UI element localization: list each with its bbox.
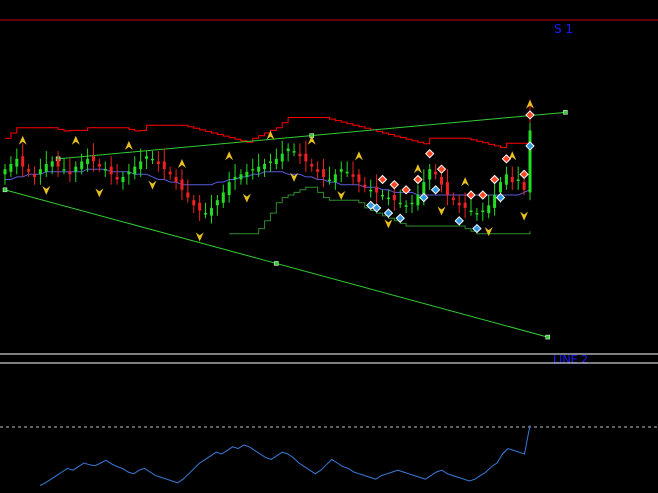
bear-candle[interactable] bbox=[310, 164, 314, 167]
bear-candle[interactable] bbox=[91, 156, 95, 162]
bear-candle[interactable] bbox=[445, 182, 449, 195]
bear-candle[interactable] bbox=[97, 164, 101, 167]
bull-candle[interactable] bbox=[416, 195, 420, 206]
bull-candle[interactable] bbox=[133, 166, 137, 175]
bear-candle[interactable] bbox=[162, 161, 166, 170]
bear-candle[interactable] bbox=[174, 176, 178, 183]
bear-candle[interactable] bbox=[192, 200, 196, 206]
bear-candle[interactable] bbox=[27, 169, 31, 172]
bull-candle[interactable] bbox=[221, 192, 225, 203]
bull-candle[interactable] bbox=[127, 171, 131, 175]
bull-candle[interactable] bbox=[86, 158, 90, 164]
channel-anchor-icon[interactable] bbox=[545, 334, 550, 340]
bear-candle[interactable] bbox=[32, 174, 36, 177]
bull-candle[interactable] bbox=[345, 171, 349, 174]
bear-candle[interactable] bbox=[363, 184, 367, 188]
bear-candle[interactable] bbox=[463, 202, 467, 208]
channel-anchor-icon[interactable] bbox=[563, 110, 568, 115]
bull-candle[interactable] bbox=[150, 158, 154, 161]
bear-candle[interactable] bbox=[322, 169, 326, 177]
bull-candle[interactable] bbox=[139, 161, 143, 170]
bull-candle[interactable] bbox=[257, 166, 261, 172]
bear-candle[interactable] bbox=[109, 166, 113, 175]
bull-candle[interactable] bbox=[44, 164, 48, 172]
bull-candle[interactable] bbox=[251, 169, 255, 171]
bull-candle[interactable] bbox=[15, 158, 19, 167]
chart-background bbox=[0, 0, 658, 493]
bull-candle[interactable] bbox=[239, 174, 243, 180]
bull-candle[interactable] bbox=[62, 169, 66, 171]
bull-candle[interactable] bbox=[80, 161, 84, 170]
bear-candle[interactable] bbox=[68, 171, 72, 175]
bull-candle[interactable] bbox=[398, 202, 402, 205]
bull-candle[interactable] bbox=[3, 169, 7, 175]
bull-candle[interactable] bbox=[469, 210, 473, 213]
bull-candle[interactable] bbox=[9, 164, 13, 172]
bear-candle[interactable] bbox=[451, 197, 455, 201]
bull-candle[interactable] bbox=[245, 171, 249, 177]
channel-anchor-icon[interactable] bbox=[2, 187, 8, 193]
bear-candle[interactable] bbox=[522, 182, 526, 190]
bear-candle[interactable] bbox=[440, 176, 444, 185]
bull-candle[interactable] bbox=[145, 156, 149, 159]
trading-chart[interactable]: S 1 LINE 2 bbox=[0, 0, 658, 493]
bull-candle[interactable] bbox=[292, 151, 296, 153]
bull-candle[interactable] bbox=[263, 164, 267, 170]
bull-candle[interactable] bbox=[410, 202, 414, 205]
bear-candle[interactable] bbox=[357, 174, 361, 183]
bull-candle[interactable] bbox=[327, 179, 331, 182]
bull-candle[interactable] bbox=[280, 153, 284, 162]
bull-candle[interactable] bbox=[516, 179, 520, 182]
bear-candle[interactable] bbox=[56, 158, 60, 167]
bull-candle[interactable] bbox=[428, 169, 432, 180]
level-label-s1: S 1 bbox=[554, 22, 573, 36]
bull-candle[interactable] bbox=[381, 195, 385, 197]
bear-candle[interactable] bbox=[156, 161, 160, 164]
bear-candle[interactable] bbox=[316, 169, 320, 172]
bull-candle[interactable] bbox=[528, 130, 532, 193]
trendline-label: LINE 2 bbox=[553, 353, 588, 366]
bull-candle[interactable] bbox=[103, 169, 107, 171]
bull-candle[interactable] bbox=[274, 158, 278, 164]
bear-candle[interactable] bbox=[434, 171, 438, 175]
bull-candle[interactable] bbox=[74, 166, 78, 172]
bear-candle[interactable] bbox=[392, 195, 396, 201]
bear-candle[interactable] bbox=[198, 202, 202, 211]
bear-candle[interactable] bbox=[168, 171, 172, 175]
bull-candle[interactable] bbox=[493, 195, 497, 208]
bear-candle[interactable] bbox=[298, 153, 302, 157]
bull-candle[interactable] bbox=[504, 174, 508, 185]
bull-candle[interactable] bbox=[499, 182, 503, 193]
bull-candle[interactable] bbox=[233, 176, 237, 180]
bull-candle[interactable] bbox=[204, 213, 208, 215]
bear-candle[interactable] bbox=[375, 187, 379, 193]
bear-candle[interactable] bbox=[457, 202, 461, 206]
bull-candle[interactable] bbox=[369, 189, 373, 192]
bull-candle[interactable] bbox=[227, 182, 231, 195]
bull-candle[interactable] bbox=[268, 161, 272, 163]
bull-candle[interactable] bbox=[475, 213, 479, 215]
bear-candle[interactable] bbox=[510, 176, 514, 183]
bull-candle[interactable] bbox=[333, 174, 337, 183]
bull-candle[interactable] bbox=[286, 148, 290, 152]
channel-anchor-icon[interactable] bbox=[274, 261, 279, 266]
bull-candle[interactable] bbox=[386, 197, 390, 200]
bull-candle[interactable] bbox=[209, 207, 213, 216]
bull-candle[interactable] bbox=[487, 205, 491, 214]
bull-candle[interactable] bbox=[50, 161, 54, 167]
bear-candle[interactable] bbox=[186, 192, 190, 198]
bear-candle[interactable] bbox=[180, 179, 184, 190]
bear-candle[interactable] bbox=[21, 156, 25, 167]
bull-candle[interactable] bbox=[404, 205, 408, 207]
bear-candle[interactable] bbox=[115, 176, 119, 180]
bull-candle[interactable] bbox=[38, 169, 42, 175]
bear-candle[interactable] bbox=[304, 153, 308, 162]
bull-candle[interactable] bbox=[215, 200, 219, 206]
bear-candle[interactable] bbox=[351, 174, 355, 177]
bull-candle[interactable] bbox=[481, 210, 485, 213]
bull-candle[interactable] bbox=[121, 176, 125, 183]
bull-candle[interactable] bbox=[339, 169, 343, 172]
